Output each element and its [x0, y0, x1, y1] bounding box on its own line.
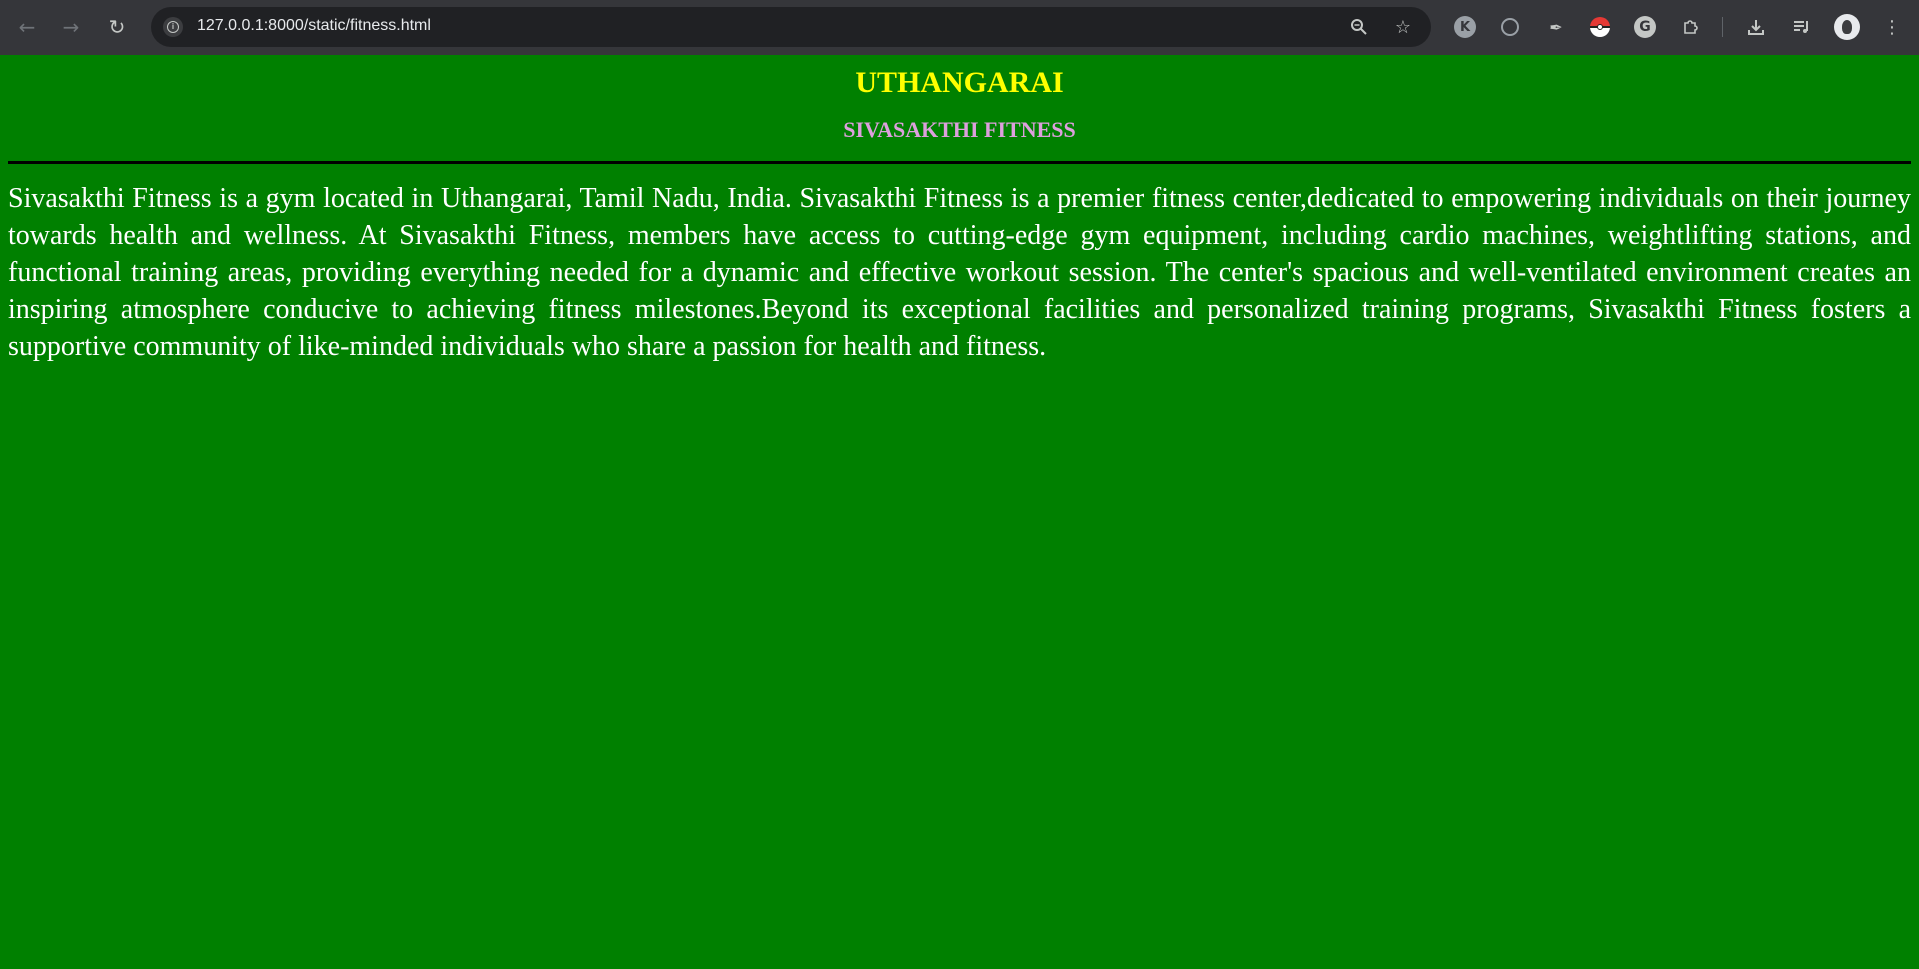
page-subtitle: SIVASAKTHI FITNESS [843, 117, 1076, 142]
extensions-button[interactable] [1678, 14, 1704, 40]
extension-k-button[interactable]: K [1452, 14, 1478, 40]
page-content: UTHANGARAI SIVASAKTHI FITNESS Sivasakthi… [0, 55, 1919, 969]
reload-button[interactable]: ↻ [102, 12, 132, 42]
description-paragraph: Sivasakthi Fitness is a gym located in U… [8, 183, 1911, 362]
browser-menu-button[interactable]: ⋮ [1879, 14, 1905, 40]
extension-g-button[interactable]: G [1632, 14, 1658, 40]
zoom-icon[interactable] [1347, 15, 1371, 39]
bookmark-star-icon[interactable]: ☆ [1391, 15, 1415, 39]
compass-icon [1501, 18, 1519, 36]
puzzle-icon [1684, 20, 1698, 34]
media-queue-icon [1794, 21, 1808, 33]
kebab-menu-icon: ⋮ [1883, 16, 1901, 38]
browser-toolbar: ← → ↻ i 127.0.0.1:8000/static/fitness.ht… [0, 0, 1919, 55]
media-controls-button[interactable] [1789, 14, 1815, 40]
download-icon [1748, 20, 1764, 35]
arrow-right-icon: → [62, 15, 80, 39]
arrow-left-icon: ← [18, 15, 36, 39]
extension-pen-button[interactable]: ✒ [1543, 14, 1569, 40]
extension-compass-button[interactable] [1497, 14, 1523, 40]
avatar-icon [1842, 20, 1852, 34]
info-icon: i [167, 21, 179, 33]
g-extension-icon: G [1634, 16, 1656, 38]
pokeball-icon [1590, 17, 1610, 37]
extension-pokeball-button[interactable] [1587, 14, 1613, 40]
horizontal-rule [8, 161, 1911, 164]
downloads-button[interactable] [1743, 14, 1769, 40]
toolbar-divider [1722, 17, 1723, 37]
pen-icon: ✒ [1549, 17, 1563, 37]
reload-icon: ↻ [108, 15, 126, 39]
address-bar[interactable]: i 127.0.0.1:8000/static/fitness.html ☆ [151, 7, 1431, 47]
forward-button[interactable]: → [56, 12, 86, 42]
k-extension-icon: K [1454, 16, 1476, 38]
site-info-button[interactable]: i [163, 17, 183, 37]
back-button[interactable]: ← [12, 12, 42, 42]
page-title: UTHANGARAI [855, 66, 1064, 99]
url-text[interactable]: 127.0.0.1:8000/static/fitness.html [197, 17, 431, 35]
profile-avatar[interactable] [1834, 14, 1860, 40]
